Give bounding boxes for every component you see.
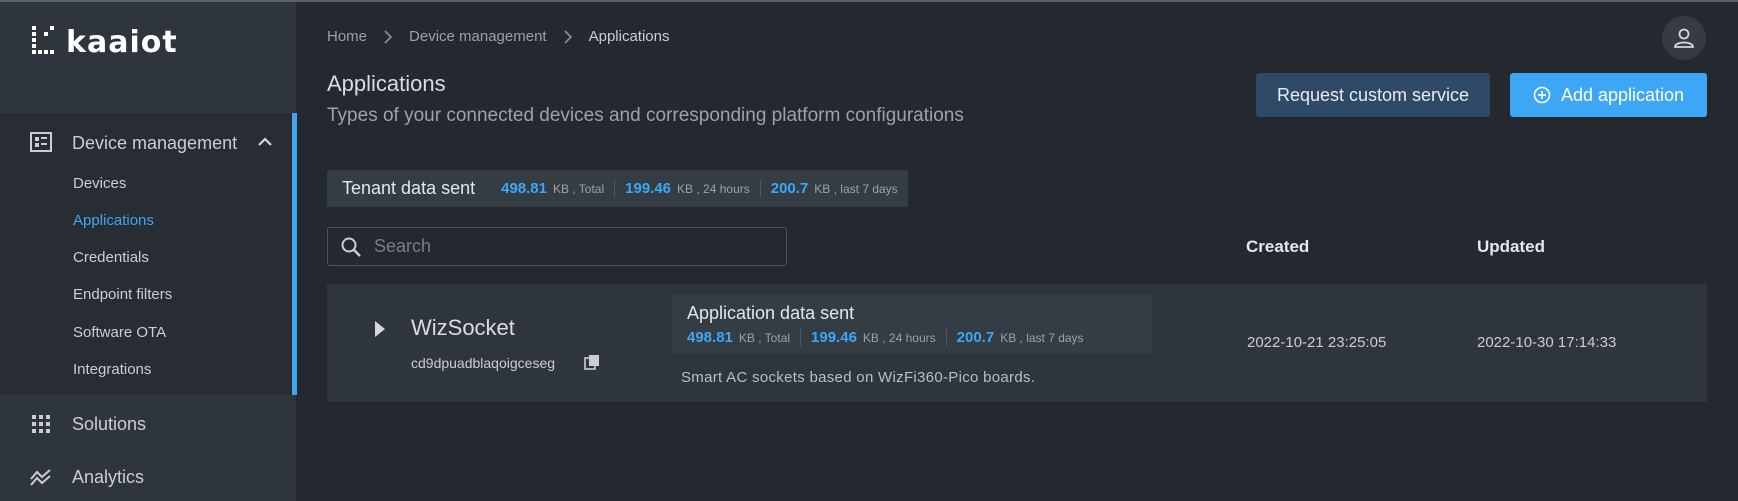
column-header-updated[interactable]: Updated: [1477, 237, 1545, 257]
chevron-up-icon[interactable]: [256, 133, 274, 151]
logo-text: kaaiot: [66, 25, 178, 60]
application-data-title: Application data sent: [687, 303, 855, 323]
search-box[interactable]: [327, 227, 787, 266]
chevron-right-icon: [564, 29, 572, 44]
breadcrumb-home[interactable]: Home: [327, 28, 367, 45]
stat-value: 498.81: [501, 180, 547, 197]
search-icon: [341, 237, 361, 257]
application-description: Smart AC sockets based on WizFi360-Pico …: [681, 369, 1036, 386]
page-title: Applications: [327, 71, 446, 96]
grid-icon: [32, 415, 50, 433]
tenant-data-sent-panel: Tenant data sent 498.81 KB , Total 199.4…: [327, 170, 908, 207]
analytics-icon: [30, 469, 51, 486]
stat-unit: KB , Total: [738, 331, 791, 345]
stat-unit: KB , 24 hours: [677, 182, 750, 196]
sidebar: kaaiot Device management Devices Applica…: [0, 2, 297, 501]
add-application-button[interactable]: Add application: [1510, 73, 1707, 117]
stat-value: 199.46: [811, 329, 857, 346]
nav-item-label: Solutions: [72, 414, 147, 434]
device-management-icon: [30, 132, 52, 152]
tenant-stat-7d: 200.7 KB , last 7 days: [759, 180, 908, 197]
application-updated-date: 2022-10-30 17:14:33: [1477, 334, 1617, 351]
user-icon: [1674, 28, 1694, 48]
sidebar-item-devices[interactable]: Devices: [73, 175, 126, 192]
active-group-indicator: [292, 113, 297, 395]
sidebar-item-applications[interactable]: Applications: [73, 212, 154, 229]
stat-value: 200.7: [956, 329, 995, 346]
application-row[interactable]: WizSocket cd9dpuadblaqoigceseg Applicati…: [327, 284, 1707, 402]
tenant-data-title: Tenant data sent: [342, 178, 476, 198]
user-avatar-button[interactable]: [1662, 16, 1706, 60]
sidebar-item-software-ota[interactable]: Software OTA: [73, 324, 166, 341]
nav-item-device-management[interactable]: Device management: [0, 113, 292, 173]
caret-right-icon[interactable]: [373, 319, 387, 339]
add-application-label: Add application: [1560, 84, 1685, 105]
request-custom-service-button[interactable]: Request custom service: [1256, 73, 1490, 117]
breadcrumb-device-management[interactable]: Device management: [409, 28, 547, 45]
app-stat-total: 498.81 KB , Total: [677, 329, 800, 346]
application-id: cd9dpuadblaqoigceseg: [411, 355, 556, 371]
stat-unit: KB , last 7 days: [1000, 331, 1084, 345]
sidebar-item-integrations[interactable]: Integrations: [73, 361, 151, 378]
sidebar-item-credentials[interactable]: Credentials: [73, 249, 149, 266]
application-data-sent-panel: Application data sent 498.81 KB , Total …: [672, 295, 1152, 353]
stat-unit: KB , Total: [553, 182, 605, 196]
nav-item-label: Analytics: [72, 467, 145, 487]
stat-unit: KB , last 7 days: [814, 182, 898, 196]
logo-mark-icon: [32, 26, 54, 54]
kaaiot-logo[interactable]: kaaiot: [32, 22, 178, 58]
plus-circle-icon: [1533, 86, 1551, 104]
nav-group-device-management: Device management Devices Applications C…: [0, 113, 297, 395]
stat-value: 498.81: [687, 329, 733, 346]
application-name: WizSocket: [411, 315, 515, 340]
tenant-stat-total: 498.81 KB , Total: [491, 180, 614, 197]
app-stat-7d: 200.7 KB , last 7 days: [945, 329, 1094, 346]
breadcrumb: Home Device management Applications: [327, 28, 669, 45]
stat-unit: KB , 24 hours: [862, 331, 936, 345]
sidebar-item-endpoint-filters[interactable]: Endpoint filters: [73, 286, 172, 303]
stat-value: 199.46: [625, 180, 672, 197]
chevron-right-icon: [384, 29, 393, 44]
app-stat-24h: 199.46 KB , 24 hours: [800, 329, 946, 346]
copy-icon[interactable]: [584, 354, 600, 370]
nav-item-label: Device management: [72, 133, 238, 153]
application-created-date: 2022-10-21 23:25:05: [1247, 334, 1387, 351]
tenant-stat-24h: 199.46 KB , 24 hours: [614, 180, 760, 197]
application-stats: 498.81 KB , Total 199.46 KB , 24 hours 2…: [677, 329, 1094, 346]
column-header-created[interactable]: Created: [1246, 237, 1309, 257]
page-subtitle: Types of your connected devices and corr…: [327, 105, 964, 126]
breadcrumb-applications: Applications: [588, 28, 670, 45]
search-input[interactable]: [374, 236, 754, 257]
sidebar-item-solutions[interactable]: Solutions: [0, 399, 292, 449]
stat-value: 200.7: [770, 180, 809, 197]
sidebar-item-analytics[interactable]: Analytics: [0, 452, 292, 501]
